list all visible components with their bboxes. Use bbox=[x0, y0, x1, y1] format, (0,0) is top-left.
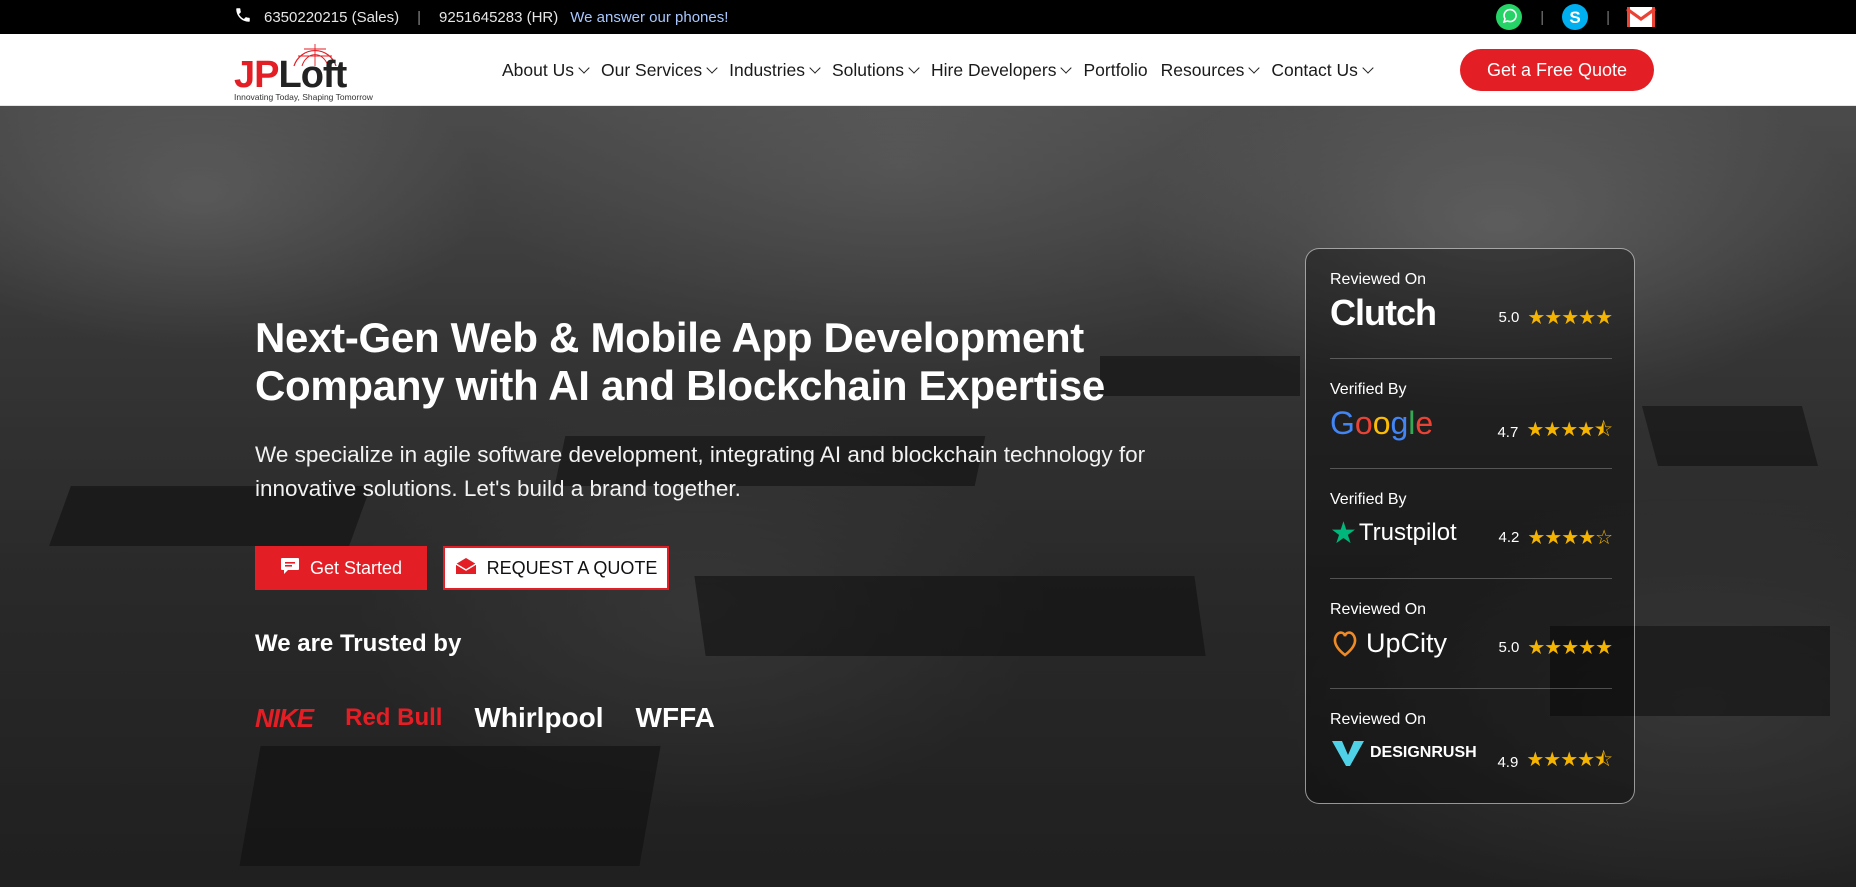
logo-tagline: Innovating Today, Shaping Tomorrow bbox=[234, 92, 373, 102]
skype-icon[interactable]: S bbox=[1560, 2, 1590, 32]
answer-tagline: We answer our phones! bbox=[570, 8, 729, 26]
trusted-by-heading: We are Trusted by bbox=[255, 630, 462, 657]
review-trustpilot[interactable]: Verified By ★ Trustpilot 4.2 ★★★★☆ bbox=[1330, 469, 1613, 579]
chevron-down-icon bbox=[1362, 61, 1374, 74]
designrush-logo: DESIGNRUSH bbox=[1330, 733, 1477, 773]
star-rating: ★★★★★ bbox=[1527, 307, 1613, 329]
nav-our-services[interactable]: Our Services bbox=[601, 60, 718, 81]
review-score: 4.2 ★★★★☆ bbox=[1498, 527, 1613, 549]
star-rating: ★★★★★ bbox=[1527, 637, 1613, 659]
topbar-separator: | bbox=[417, 8, 422, 26]
get-started-button[interactable]: Get Started bbox=[255, 546, 427, 590]
whirlpool-logo: Whirlpool bbox=[474, 702, 604, 733]
chevron-down-icon bbox=[809, 61, 821, 74]
chevron-down-icon bbox=[1060, 61, 1073, 74]
whatsapp-icon[interactable] bbox=[1494, 2, 1524, 32]
social-separator: | bbox=[1540, 8, 1545, 26]
review-score: 5.0 ★★★★★ bbox=[1498, 637, 1613, 659]
get-started-label: Get Started bbox=[309, 557, 403, 578]
reviews-card: Reviewed On Clutch 5.0 ★★★★★ Verified By … bbox=[1305, 248, 1635, 804]
upcity-icon bbox=[1333, 631, 1357, 657]
review-clutch[interactable]: Reviewed On Clutch 5.0 ★★★★★ bbox=[1330, 249, 1613, 359]
logo-wordmark: JPLoft bbox=[234, 54, 347, 96]
star-rating: ★★★★⯪ bbox=[1526, 419, 1613, 441]
envelope-icon bbox=[455, 557, 477, 580]
review-score: 4.7 ★★★★⯪ bbox=[1497, 415, 1613, 449]
review-label: Reviewed On bbox=[1330, 271, 1427, 288]
nav-contact-us[interactable]: Contact Us bbox=[1271, 60, 1374, 81]
social-separator: | bbox=[1606, 8, 1610, 26]
review-designrush[interactable]: Reviewed On DESIGNRUSH 4.9 ★★★★⯪ bbox=[1330, 689, 1613, 799]
request-quote-label: REQUEST A QUOTE bbox=[486, 557, 658, 578]
trustpilot-star-icon: ★ bbox=[1330, 516, 1357, 550]
designrush-icon bbox=[1332, 741, 1364, 766]
nav-resources[interactable]: Resources bbox=[1161, 60, 1260, 81]
upcity-logo: UpCity bbox=[1330, 623, 1447, 663]
gmail-icon[interactable] bbox=[1626, 2, 1656, 32]
hero-subtext: We specialize in agile software developm… bbox=[255, 442, 1146, 501]
nav-portfolio[interactable]: Portfolio bbox=[1083, 60, 1147, 81]
jploft-logo[interactable]: JPLoft Innovating Today, Shaping Tomorro… bbox=[232, 38, 392, 102]
hr-phone-link[interactable]: 9251645283 (HR) bbox=[439, 9, 558, 26]
review-upcity[interactable]: Reviewed On UpCity 5.0 ★★★★★ bbox=[1330, 579, 1613, 689]
brand-logos: NIKE Red Bull Whirlpool WFFA bbox=[255, 688, 715, 748]
nav-industries[interactable]: Industries bbox=[729, 60, 821, 81]
review-label: Reviewed On bbox=[1330, 711, 1427, 728]
phone-group: 6350220215 (Sales) | 9251645283 (HR) We … bbox=[234, 0, 728, 34]
request-quote-button[interactable]: REQUEST A QUOTE bbox=[443, 546, 669, 590]
chat-icon bbox=[280, 557, 300, 580]
nav-hire-developers[interactable]: Hire Developers bbox=[931, 60, 1073, 81]
wffa-logo: WFFA bbox=[635, 702, 715, 733]
review-label: Reviewed On bbox=[1330, 601, 1427, 618]
review-google[interactable]: Verified By Google 4.7 ★★★★⯪ bbox=[1330, 359, 1613, 469]
google-logo: Google bbox=[1330, 404, 1434, 441]
social-links: | S | bbox=[1494, 0, 1656, 34]
clutch-logo: Clutch bbox=[1330, 292, 1437, 333]
chevron-down-icon bbox=[706, 61, 718, 74]
nav-menu: About Us Our Services Industries Solutio… bbox=[502, 34, 1385, 106]
hero-headline: Next-Gen Web & Mobile App Development Co… bbox=[255, 314, 1105, 409]
hero-section: Next-Gen Web & Mobile App Development Co… bbox=[0, 106, 1856, 887]
trustpilot-logo: ★ Trustpilot bbox=[1330, 516, 1457, 550]
nav-solutions[interactable]: Solutions bbox=[832, 60, 920, 81]
phone-icon bbox=[234, 6, 252, 28]
top-bar: 6350220215 (Sales) | 9251645283 (HR) We … bbox=[0, 0, 1856, 34]
chevron-down-icon bbox=[578, 61, 590, 74]
redbull-logo: Red Bull bbox=[345, 704, 443, 731]
nav-about-us[interactable]: About Us bbox=[502, 60, 590, 81]
review-score: 5.0 ★★★★★ bbox=[1498, 307, 1613, 329]
svg-text:S: S bbox=[1569, 8, 1580, 27]
star-rating: ★★★★⯪ bbox=[1526, 749, 1613, 771]
main-navbar: JPLoft Innovating Today, Shaping Tomorro… bbox=[0, 34, 1856, 106]
sales-phone-link[interactable]: 6350220215 (Sales) bbox=[264, 9, 399, 26]
get-free-quote-button[interactable]: Get a Free Quote bbox=[1460, 49, 1654, 91]
review-label: Verified By bbox=[1330, 491, 1407, 508]
review-label: Verified By bbox=[1330, 381, 1407, 398]
review-score: 4.9 ★★★★⯪ bbox=[1497, 745, 1613, 779]
chevron-down-icon bbox=[908, 61, 920, 74]
nike-logo: NIKE bbox=[255, 702, 314, 733]
chevron-down-icon bbox=[1248, 61, 1260, 74]
star-rating: ★★★★☆ bbox=[1527, 527, 1613, 549]
